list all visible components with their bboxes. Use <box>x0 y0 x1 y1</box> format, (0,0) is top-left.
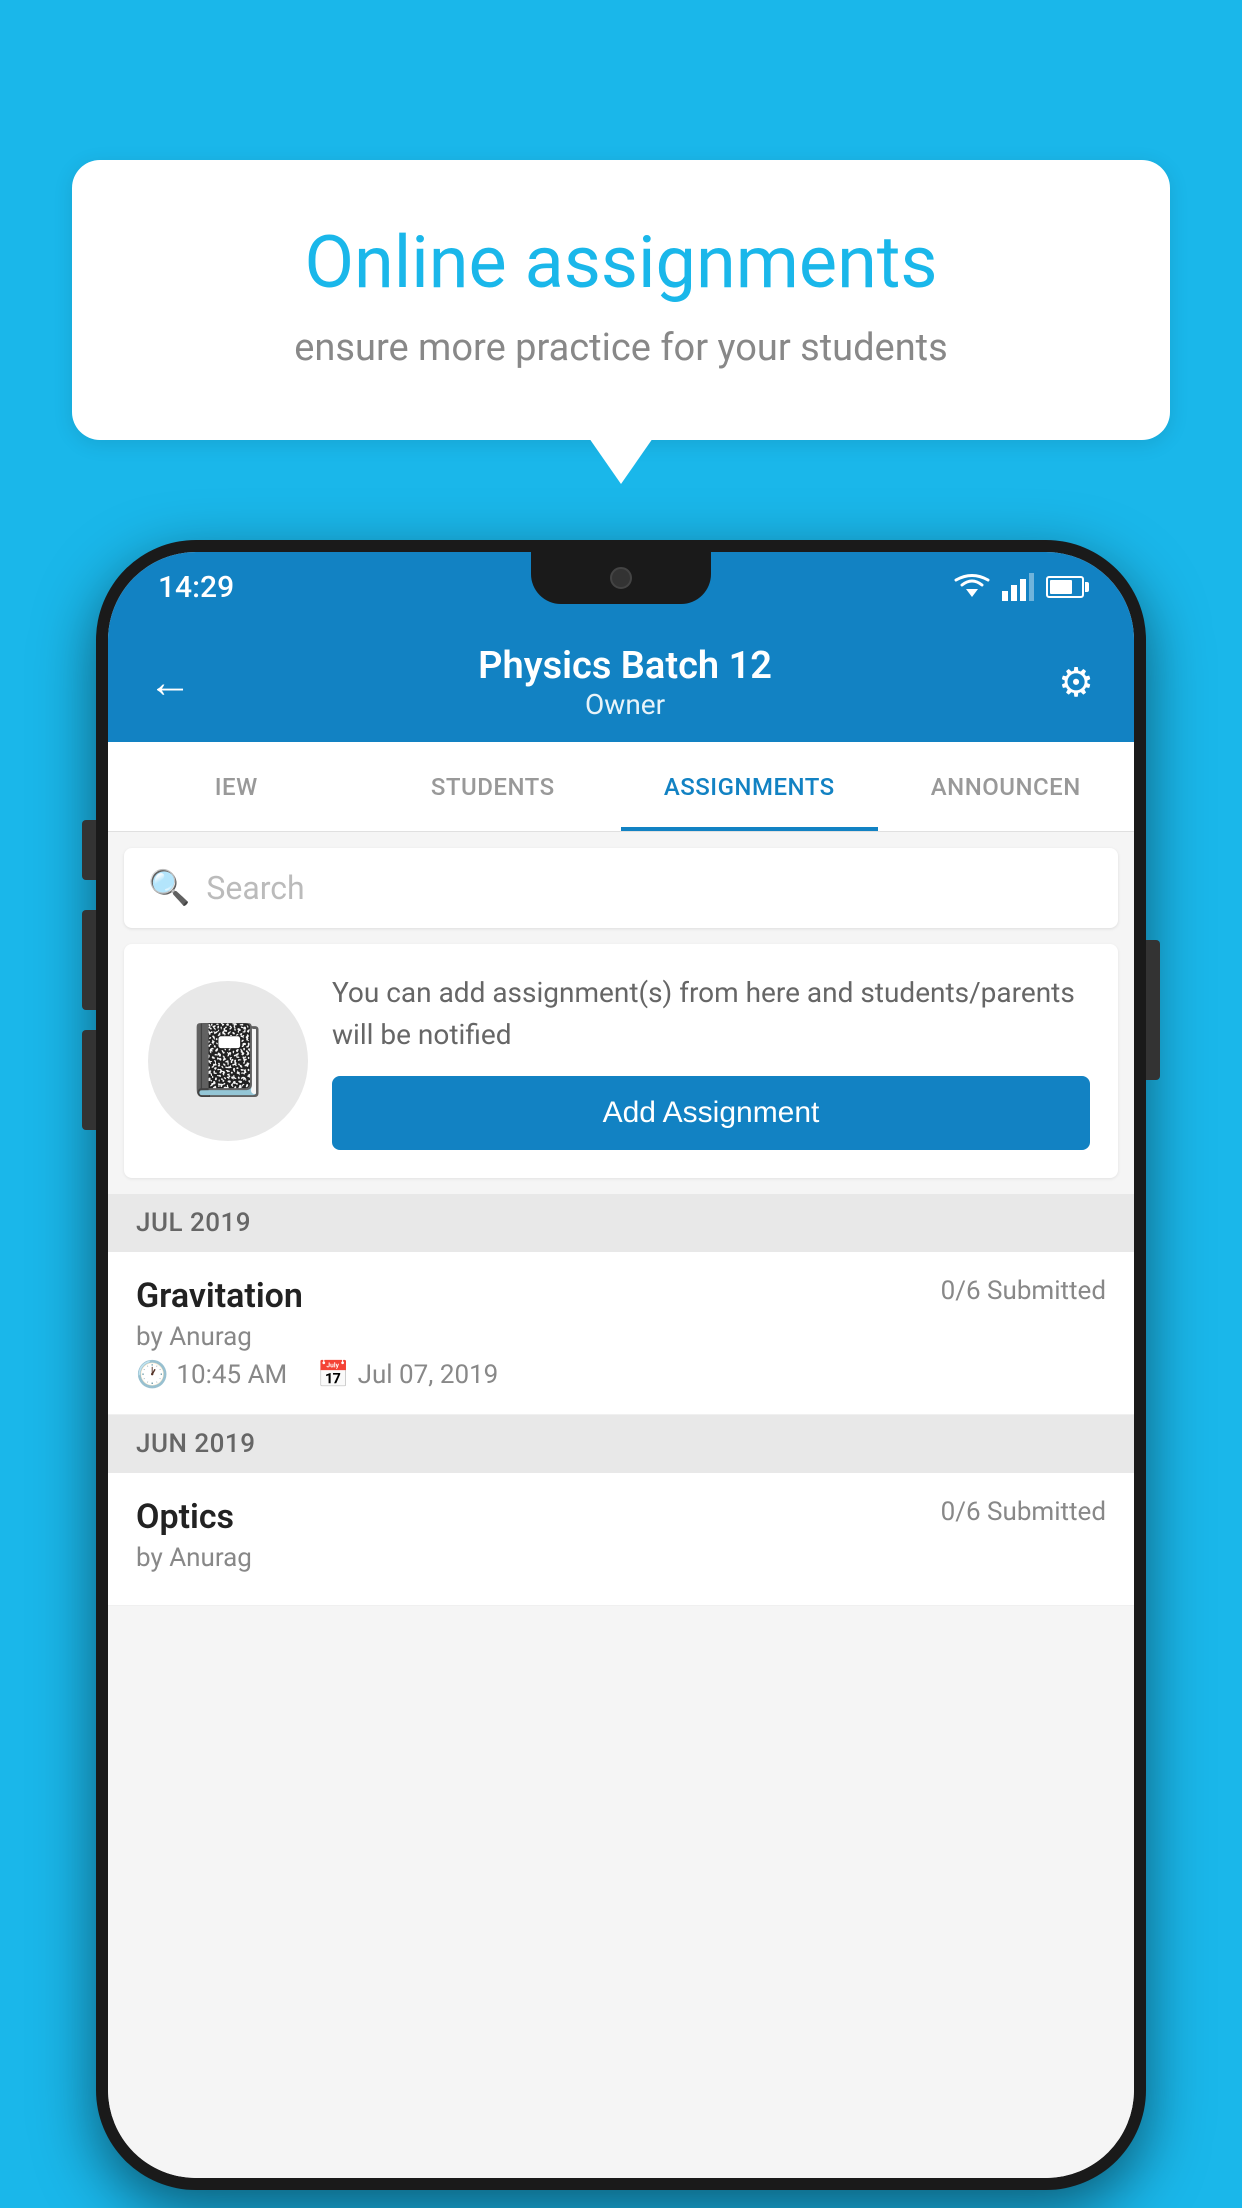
wifi-icon <box>954 573 990 601</box>
app-bar: ← Physics Batch 12 Owner ⚙ <box>108 622 1134 742</box>
side-button-1 <box>82 820 96 880</box>
search-icon: 🔍 <box>148 868 190 908</box>
assignment-submitted-optics: 0/6 Submitted <box>941 1497 1106 1527</box>
meta-time: 🕐 10:45 AM <box>136 1360 287 1390</box>
tabs-bar: IEW STUDENTS ASSIGNMENTS ANNOUNCEN <box>108 742 1134 832</box>
app-bar-title-section: Physics Batch 12 Owner <box>202 644 1048 721</box>
tab-assignments[interactable]: ASSIGNMENTS <box>621 742 878 831</box>
content-area: 🔍 Search 📓 You can add assignment(s) fro… <box>108 832 1134 2178</box>
assignment-row-top-2: Optics 0/6 Submitted <box>136 1497 1106 1537</box>
back-button[interactable]: ← <box>138 646 202 718</box>
phone-mockup: 14:29 <box>96 540 1146 2190</box>
assignment-item-optics[interactable]: Optics 0/6 Submitted by Anurag <box>108 1473 1134 1606</box>
bubble-card: Online assignments ensure more practice … <box>72 160 1170 440</box>
assignment-meta: 🕐 10:45 AM 📅 Jul 07, 2019 <box>136 1360 1106 1390</box>
add-assignment-button[interactable]: Add Assignment <box>332 1076 1090 1150</box>
status-time: 14:29 <box>158 570 234 605</box>
side-button-right <box>1146 940 1160 1080</box>
gear-icon[interactable]: ⚙ <box>1048 649 1104 716</box>
promo-icon-circle: 📓 <box>148 981 308 1141</box>
app-bar-title: Physics Batch 12 <box>202 644 1048 688</box>
signal-icon <box>1002 573 1034 601</box>
assignment-time: 10:45 AM <box>176 1360 287 1390</box>
assignment-item-gravitation[interactable]: Gravitation 0/6 Submitted by Anurag 🕐 10… <box>108 1252 1134 1415</box>
tab-announcements[interactable]: ANNOUNCEN <box>878 742 1135 831</box>
phone-notch <box>531 552 711 604</box>
camera <box>610 567 632 589</box>
bubble-subtitle: ensure more practice for your students <box>142 326 1100 370</box>
search-placeholder: Search <box>206 869 1094 907</box>
assignment-row-top: Gravitation 0/6 Submitted <box>136 1276 1106 1316</box>
assignment-name: Gravitation <box>136 1276 303 1316</box>
assignment-author-optics: by Anurag <box>136 1543 1106 1573</box>
promo-card: 📓 You can add assignment(s) from here an… <box>124 944 1118 1178</box>
calendar-icon: 📅 <box>317 1360 349 1390</box>
meta-date: 📅 Jul 07, 2019 <box>317 1360 498 1390</box>
status-icons <box>954 573 1084 601</box>
side-button-2 <box>82 910 96 1010</box>
side-button-3 <box>82 1030 96 1130</box>
tab-students[interactable]: STUDENTS <box>365 742 622 831</box>
promo-content: You can add assignment(s) from here and … <box>332 972 1090 1150</box>
search-bar[interactable]: 🔍 Search <box>124 848 1118 928</box>
assignment-submitted: 0/6 Submitted <box>941 1276 1106 1306</box>
notebook-icon: 📓 <box>184 1020 271 1102</box>
promo-bubble: Online assignments ensure more practice … <box>72 160 1170 440</box>
battery-icon <box>1046 576 1084 598</box>
assignment-date: Jul 07, 2019 <box>358 1360 499 1390</box>
phone-body: 14:29 <box>96 540 1146 2190</box>
tab-overview[interactable]: IEW <box>108 742 365 831</box>
assignment-author: by Anurag <box>136 1322 1106 1352</box>
clock-icon: 🕐 <box>136 1360 168 1390</box>
promo-description: You can add assignment(s) from here and … <box>332 972 1090 1056</box>
app-bar-subtitle: Owner <box>202 688 1048 721</box>
assignment-name-optics: Optics <box>136 1497 234 1537</box>
bubble-title: Online assignments <box>142 220 1100 306</box>
section-header-jun: JUN 2019 <box>108 1415 1134 1473</box>
section-header-jul: JUL 2019 <box>108 1194 1134 1252</box>
phone-screen: 14:29 <box>108 552 1134 2178</box>
